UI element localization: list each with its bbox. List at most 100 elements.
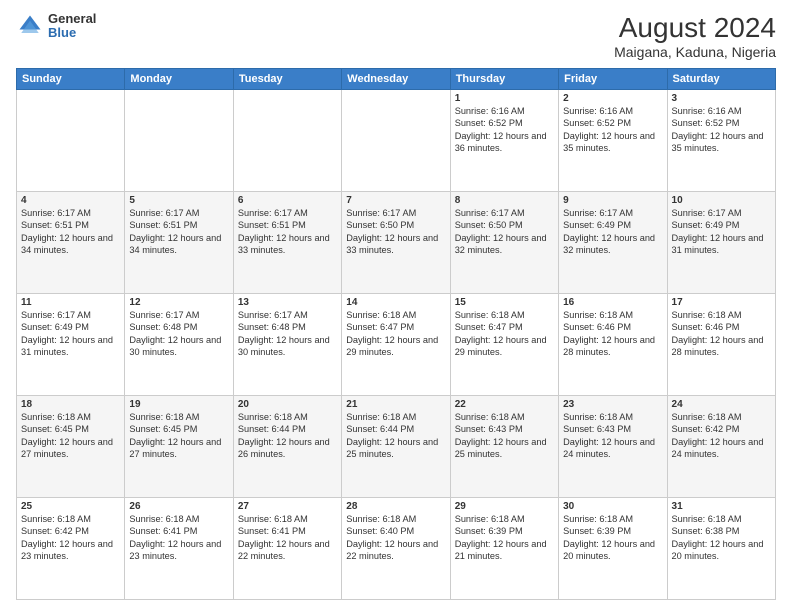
col-thursday: Thursday [450,69,558,90]
day-number: 17 [672,297,771,308]
day-number: 14 [346,297,445,308]
table-row: 12Sunrise: 6:17 AMSunset: 6:48 PMDayligh… [125,294,233,396]
day-number: 15 [455,297,554,308]
table-row: 25Sunrise: 6:18 AMSunset: 6:42 PMDayligh… [17,498,125,600]
title-block: August 2024 Maigana, Kaduna, Nigeria [614,12,776,60]
col-monday: Monday [125,69,233,90]
header: General Blue August 2024 Maigana, Kaduna… [16,12,776,60]
table-row: 3Sunrise: 6:16 AMSunset: 6:52 PMDaylight… [667,90,775,192]
table-row: 18Sunrise: 6:18 AMSunset: 6:45 PMDayligh… [17,396,125,498]
day-info: Sunrise: 6:18 AMSunset: 6:47 PMDaylight:… [346,309,445,359]
table-row: 29Sunrise: 6:18 AMSunset: 6:39 PMDayligh… [450,498,558,600]
table-row: 27Sunrise: 6:18 AMSunset: 6:41 PMDayligh… [233,498,341,600]
table-row: 26Sunrise: 6:18 AMSunset: 6:41 PMDayligh… [125,498,233,600]
day-info: Sunrise: 6:17 AMSunset: 6:49 PMDaylight:… [672,207,771,257]
table-row: 15Sunrise: 6:18 AMSunset: 6:47 PMDayligh… [450,294,558,396]
col-sunday: Sunday [17,69,125,90]
col-wednesday: Wednesday [342,69,450,90]
day-info: Sunrise: 6:18 AMSunset: 6:38 PMDaylight:… [672,513,771,563]
day-number: 5 [129,195,228,206]
day-info: Sunrise: 6:18 AMSunset: 6:42 PMDaylight:… [672,411,771,461]
table-row: 7Sunrise: 6:17 AMSunset: 6:50 PMDaylight… [342,192,450,294]
table-row [125,90,233,192]
day-number: 27 [238,501,337,512]
table-row: 19Sunrise: 6:18 AMSunset: 6:45 PMDayligh… [125,396,233,498]
subtitle: Maigana, Kaduna, Nigeria [614,44,776,60]
day-info: Sunrise: 6:17 AMSunset: 6:51 PMDaylight:… [238,207,337,257]
day-info: Sunrise: 6:18 AMSunset: 6:45 PMDaylight:… [129,411,228,461]
table-row: 22Sunrise: 6:18 AMSunset: 6:43 PMDayligh… [450,396,558,498]
calendar-week-row: 1 Sunrise: 6:16 AMSunset: 6:52 PMDaylight… [17,90,776,192]
day-info: Sunrise: 6:18 AMSunset: 6:45 PMDaylight:… [21,411,120,461]
day-number: 9 [563,195,662,206]
day-number: 18 [21,399,120,410]
day-info: Sunrise: 6:18 AMSunset: 6:46 PMDaylight:… [563,309,662,359]
table-row [17,90,125,192]
col-friday: Friday [559,69,667,90]
day-info: Sunrise: 6:18 AMSunset: 6:41 PMDaylight:… [238,513,337,563]
calendar-week-row: 25Sunrise: 6:18 AMSunset: 6:42 PMDayligh… [17,498,776,600]
day-info: Sunrise: 6:18 AMSunset: 6:43 PMDaylight:… [455,411,554,461]
table-row: 28Sunrise: 6:18 AMSunset: 6:40 PMDayligh… [342,498,450,600]
day-info: Sunrise: 6:18 AMSunset: 6:41 PMDaylight:… [129,513,228,563]
day-number: 24 [672,399,771,410]
table-row: 13Sunrise: 6:17 AMSunset: 6:48 PMDayligh… [233,294,341,396]
day-number: 26 [129,501,228,512]
day-info: Sunrise: 6:17 AMSunset: 6:48 PMDaylight:… [129,309,228,359]
day-number: 21 [346,399,445,410]
day-info: Sunrise: 6:18 AMSunset: 6:46 PMDaylight:… [672,309,771,359]
day-number: 3 [672,93,771,104]
table-row: 5Sunrise: 6:17 AMSunset: 6:51 PMDaylight… [125,192,233,294]
col-saturday: Saturday [667,69,775,90]
table-row: 9Sunrise: 6:17 AMSunset: 6:49 PMDaylight… [559,192,667,294]
calendar-week-row: 11Sunrise: 6:17 AMSunset: 6:49 PMDayligh… [17,294,776,396]
day-number: 2 [563,93,662,104]
day-number: 10 [672,195,771,206]
day-number: 16 [563,297,662,308]
day-number: 19 [129,399,228,410]
day-info: Sunrise: 6:16 AMSunset: 6:52 PMDaylight:… [563,105,662,155]
calendar-header-row: Sunday Monday Tuesday Wednesday Thursday… [17,69,776,90]
table-row: 31Sunrise: 6:18 AMSunset: 6:38 PMDayligh… [667,498,775,600]
day-info: Sunrise: 6:17 AMSunset: 6:50 PMDaylight:… [455,207,554,257]
table-row: 8Sunrise: 6:17 AMSunset: 6:50 PMDaylight… [450,192,558,294]
day-info: Sunrise: 6:16 AMSunset: 6:52 PMDaylight:… [672,105,771,155]
day-info: Sunrise: 6:18 AMSunset: 6:42 PMDaylight:… [21,513,120,563]
table-row: 30Sunrise: 6:18 AMSunset: 6:39 PMDayligh… [559,498,667,600]
table-row: 20Sunrise: 6:18 AMSunset: 6:44 PMDayligh… [233,396,341,498]
day-info: Sunrise: 6:18 AMSunset: 6:44 PMDaylight:… [238,411,337,461]
table-row [342,90,450,192]
day-number: 8 [455,195,554,206]
day-number: 6 [238,195,337,206]
day-number: 11 [21,297,120,308]
day-number: 7 [346,195,445,206]
table-row: 16Sunrise: 6:18 AMSunset: 6:46 PMDayligh… [559,294,667,396]
table-row: 2Sunrise: 6:16 AMSunset: 6:52 PMDaylight… [559,90,667,192]
day-number: 20 [238,399,337,410]
table-row: 24Sunrise: 6:18 AMSunset: 6:42 PMDayligh… [667,396,775,498]
table-row: 23Sunrise: 6:18 AMSunset: 6:43 PMDayligh… [559,396,667,498]
day-number: 28 [346,501,445,512]
logo-blue-label: Blue [48,26,96,40]
day-number: 31 [672,501,771,512]
day-info: Sunrise: 6:18 AMSunset: 6:39 PMDaylight:… [563,513,662,563]
day-number: 22 [455,399,554,410]
main-title: August 2024 [614,12,776,44]
table-row [233,90,341,192]
table-row: 17Sunrise: 6:18 AMSunset: 6:46 PMDayligh… [667,294,775,396]
calendar-week-row: 4 Sunrise: 6:17 AMSunset: 6:51 PMDaylight… [17,192,776,294]
table-row: 6Sunrise: 6:17 AMSunset: 6:51 PMDaylight… [233,192,341,294]
col-tuesday: Tuesday [233,69,341,90]
day-number: 25 [21,501,120,512]
day-number: 4 [21,195,120,206]
day-info: Sunrise: 6:18 AMSunset: 6:40 PMDaylight:… [346,513,445,563]
logo: General Blue [16,12,96,41]
logo-text: General Blue [48,12,96,41]
day-number: 12 [129,297,228,308]
day-info: Sunrise: 6:17 AMSunset: 6:48 PMDaylight:… [238,309,337,359]
day-number: 13 [238,297,337,308]
day-info: Sunrise: 6:18 AMSunset: 6:44 PMDaylight:… [346,411,445,461]
day-number: 1 [455,93,554,104]
day-info: Sunrise: 6:17 AMSunset: 6:51 PMDaylight:… [129,207,228,257]
day-number: 30 [563,501,662,512]
